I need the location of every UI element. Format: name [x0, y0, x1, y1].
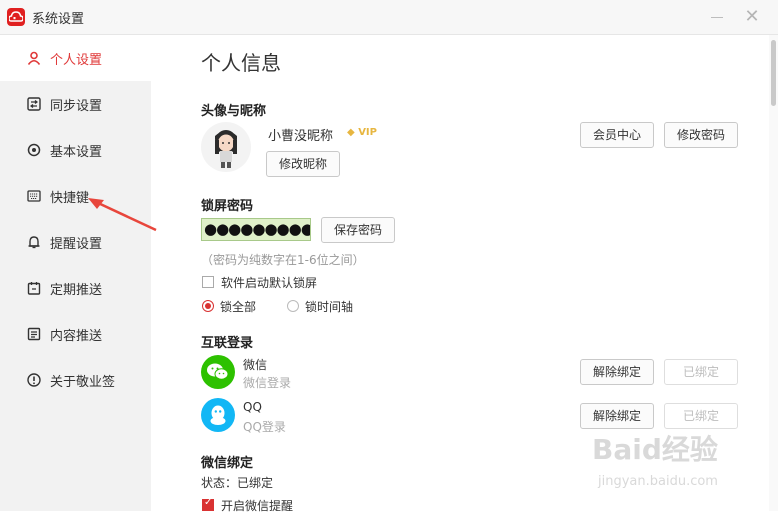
vip-label: VIP: [358, 127, 377, 138]
password-hint: （密码为纯数字在1-6位之间）: [201, 253, 365, 267]
sidebar-item-label: 个人设置: [50, 52, 103, 68]
sidebar-item-label: 快捷键: [50, 190, 90, 206]
sync-icon: [26, 96, 42, 112]
save-password-button[interactable]: 保存密码: [321, 217, 395, 243]
settings-icon: [26, 142, 42, 158]
sidebar-item-sync[interactable]: 同步设置: [0, 81, 151, 127]
sidebar: 个人设置 同步设置 基本设置 快捷键 提醒设置 定期推送 内容推送 关于敬业签: [0, 35, 151, 511]
qq-bound-button[interactable]: 已绑定: [664, 403, 738, 429]
sidebar-item-about[interactable]: 关于敬业签: [0, 357, 151, 403]
qq-sub: QQ登录: [243, 420, 286, 434]
avatar[interactable]: [201, 122, 251, 172]
document-icon: [26, 326, 42, 342]
qq-name: QQ: [243, 400, 262, 414]
vip-badge: ◆ VIP: [347, 127, 377, 138]
wechat-unbind-button[interactable]: 解除绑定: [580, 359, 654, 385]
nickname-text: 小曹没昵称: [268, 129, 334, 144]
scrollbar-track[interactable]: [769, 35, 778, 511]
qq-icon: [201, 398, 235, 432]
calendar-icon: [26, 280, 42, 296]
bell-icon: [26, 234, 42, 250]
sidebar-item-label: 基本设置: [50, 144, 103, 160]
app-logo-icon: [7, 8, 25, 26]
wechat-binding-status: 状态：已绑定: [201, 476, 274, 490]
lock-all-radio[interactable]: [202, 300, 214, 312]
lock-all-label: 锁全部: [220, 300, 257, 314]
diamond-icon: ◆: [347, 127, 355, 138]
sidebar-item-content-push[interactable]: 内容推送: [0, 311, 151, 357]
watermark-sub: jingyan.baidu.com: [598, 474, 718, 489]
qq-unbind-button[interactable]: 解除绑定: [580, 403, 654, 429]
edit-nickname-button[interactable]: 修改昵称: [266, 151, 340, 177]
sidebar-item-basic[interactable]: 基本设置: [0, 127, 151, 173]
scrollbar-thumb[interactable]: [771, 40, 776, 106]
sidebar-item-personal[interactable]: 个人设置: [0, 35, 151, 81]
title-bar: 系统设置 ✕: [0, 0, 778, 35]
close-icon[interactable]: ✕: [741, 6, 763, 28]
sidebar-item-label: 内容推送: [50, 328, 103, 344]
auto-lock-checkbox[interactable]: [202, 276, 214, 288]
keyboard-icon: [26, 188, 42, 204]
lock-timeline-label: 锁时间轴: [305, 300, 354, 314]
sidebar-item-scheduled-push[interactable]: 定期推送: [0, 265, 151, 311]
wechat-sub: 微信登录: [243, 376, 292, 390]
lock-timeline-radio[interactable]: [287, 300, 299, 312]
change-password-button[interactable]: 修改密码: [664, 122, 738, 148]
wechat-icon: [201, 355, 235, 389]
user-icon: [26, 50, 42, 66]
wechat-name: 微信: [243, 358, 268, 372]
wechat-reminder-checkbox[interactable]: [202, 497, 214, 511]
section-title-lock: 锁屏密码: [201, 199, 254, 214]
annotation-arrow: [88, 198, 157, 232]
member-center-button[interactable]: 会员中心: [580, 122, 654, 148]
wechat-reminder-label: 开启微信提醒: [221, 499, 294, 513]
auto-lock-label: 软件启动默认锁屏: [221, 276, 318, 290]
wechat-bound-button[interactable]: 已绑定: [664, 359, 738, 385]
sidebar-item-label: 定期推送: [50, 282, 103, 298]
window-title: 系统设置: [32, 12, 85, 27]
sidebar-item-label: 关于敬业签: [50, 374, 116, 390]
lock-password-input[interactable]: ●●●●●●●●●: [201, 218, 311, 241]
minimize-icon[interactable]: [706, 6, 728, 28]
sidebar-item-label: 同步设置: [50, 98, 103, 114]
watermark-main: Baid经验: [592, 433, 718, 466]
sidebar-item-label: 提醒设置: [50, 236, 103, 252]
info-icon: [26, 372, 42, 388]
section-title-profile: 头像与昵称: [201, 104, 267, 119]
section-title-wechat-binding: 微信绑定: [201, 456, 254, 471]
page-title: 个人信息: [201, 51, 281, 75]
section-title-linked-login: 互联登录: [201, 336, 254, 351]
